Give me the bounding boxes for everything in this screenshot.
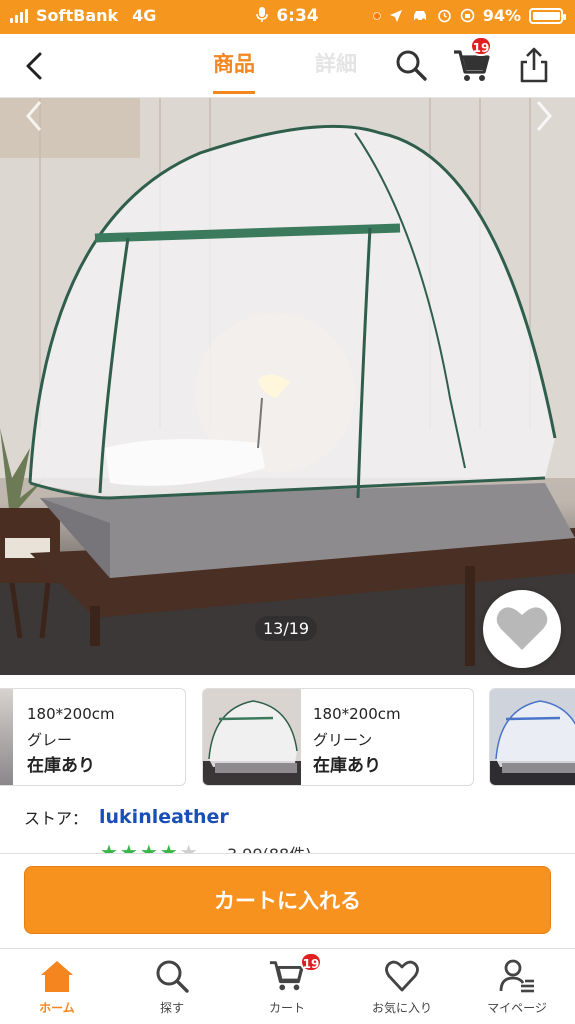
battery-percent: 94%: [482, 6, 521, 25]
variant-stock: 在庫あり: [27, 756, 95, 776]
variant-color: グリーン: [313, 731, 373, 749]
store-label: ストア：: [24, 809, 89, 828]
tab-detail[interactable]: 詳細: [315, 48, 357, 78]
tab-mypage-label: マイページ: [487, 1001, 547, 1015]
variant-card-gray[interactable]: 180*200cm グレー 在庫あり: [0, 688, 186, 786]
car-icon: [413, 10, 426, 22]
tab-home[interactable]: ホーム: [12, 957, 102, 1016]
tab-search-label: 探す: [159, 1001, 184, 1015]
tab-cart[interactable]: カート 19: [242, 952, 332, 1016]
gallery-counter: 13/19: [255, 616, 318, 641]
variant-color: グレー: [27, 731, 73, 749]
tab-mypage[interactable]: マイページ: [472, 957, 562, 1016]
search-icon: [156, 960, 189, 993]
variant-thumbnail: [490, 689, 575, 785]
share-icon[interactable]: [515, 46, 553, 84]
rating-stars-icon: ★★★★★: [100, 840, 200, 854]
gallery-prev-chevron-icon[interactable]: [22, 98, 46, 134]
product-image-gallery[interactable]: [0, 98, 575, 675]
variant-size: 180*200cm: [313, 705, 401, 723]
alarm-icon: [437, 9, 451, 23]
product-nav-bar: 商品 詳細 19: [0, 34, 575, 98]
heart-icon: [385, 960, 419, 992]
tab-product[interactable]: 商品: [213, 48, 255, 94]
mosquito-net-tent-photo: [0, 98, 575, 675]
variant-card-blue[interactable]: [489, 688, 575, 786]
battery-icon: [529, 7, 566, 24]
variant-thumbnail: [203, 689, 301, 785]
nav-cart-button[interactable]: 19: [452, 36, 492, 86]
tab-home-label: ホーム: [39, 1001, 75, 1015]
variant-stock: 在庫あり: [313, 756, 381, 776]
search-icon[interactable]: [392, 46, 430, 84]
status-bar: SoftBank 4G 6:34 94%: [0, 0, 575, 34]
variant-selector: 180*200cm グレー 在庫あり 180*200cm グリーン 在庫あり: [0, 675, 575, 795]
tab-cart-label: カート: [268, 1001, 305, 1015]
user-profile-icon: [499, 959, 534, 993]
heart-icon: [496, 607, 548, 650]
favorite-button[interactable]: [483, 590, 561, 668]
tab-favorites[interactable]: お気に入り: [357, 957, 447, 1016]
variant-info: 180*200cm グレー 在庫あり: [27, 701, 115, 779]
store-name-link[interactable]: lukinleather: [99, 806, 229, 828]
variant-info: 180*200cm グリーン 在庫あり: [313, 701, 401, 779]
back-chevron-icon[interactable]: [20, 48, 52, 84]
tab-search[interactable]: 探す: [127, 957, 217, 1016]
variant-thumbnail: [0, 689, 13, 785]
variant-size: 180*200cm: [27, 705, 115, 723]
nav-cart-badge: 19: [470, 36, 492, 56]
add-to-cart-button[interactable]: カートに入れる: [24, 866, 551, 934]
location-arrow-icon: [389, 9, 402, 22]
rotation-lock-icon: [460, 8, 475, 23]
store-rating[interactable]: ★★★★★ 3.99(88件): [100, 840, 330, 854]
bottom-tab-bar: ホーム 探す カート 19 お気に入り マイページ: [0, 948, 575, 1024]
divider: [0, 853, 575, 854]
tab-favorites-label: お気に入り: [371, 1001, 432, 1015]
status-right: 94%: [372, 6, 566, 25]
gallery-next-chevron-icon[interactable]: [532, 98, 556, 134]
tab-cart-badge: 19: [300, 952, 322, 972]
recording-dot-icon: [372, 11, 381, 20]
variant-card-green[interactable]: 180*200cm グリーン 在庫あり: [202, 688, 474, 786]
microphone-icon: [256, 7, 269, 22]
home-icon: [41, 961, 73, 992]
time-text: 6:34: [276, 6, 319, 26]
